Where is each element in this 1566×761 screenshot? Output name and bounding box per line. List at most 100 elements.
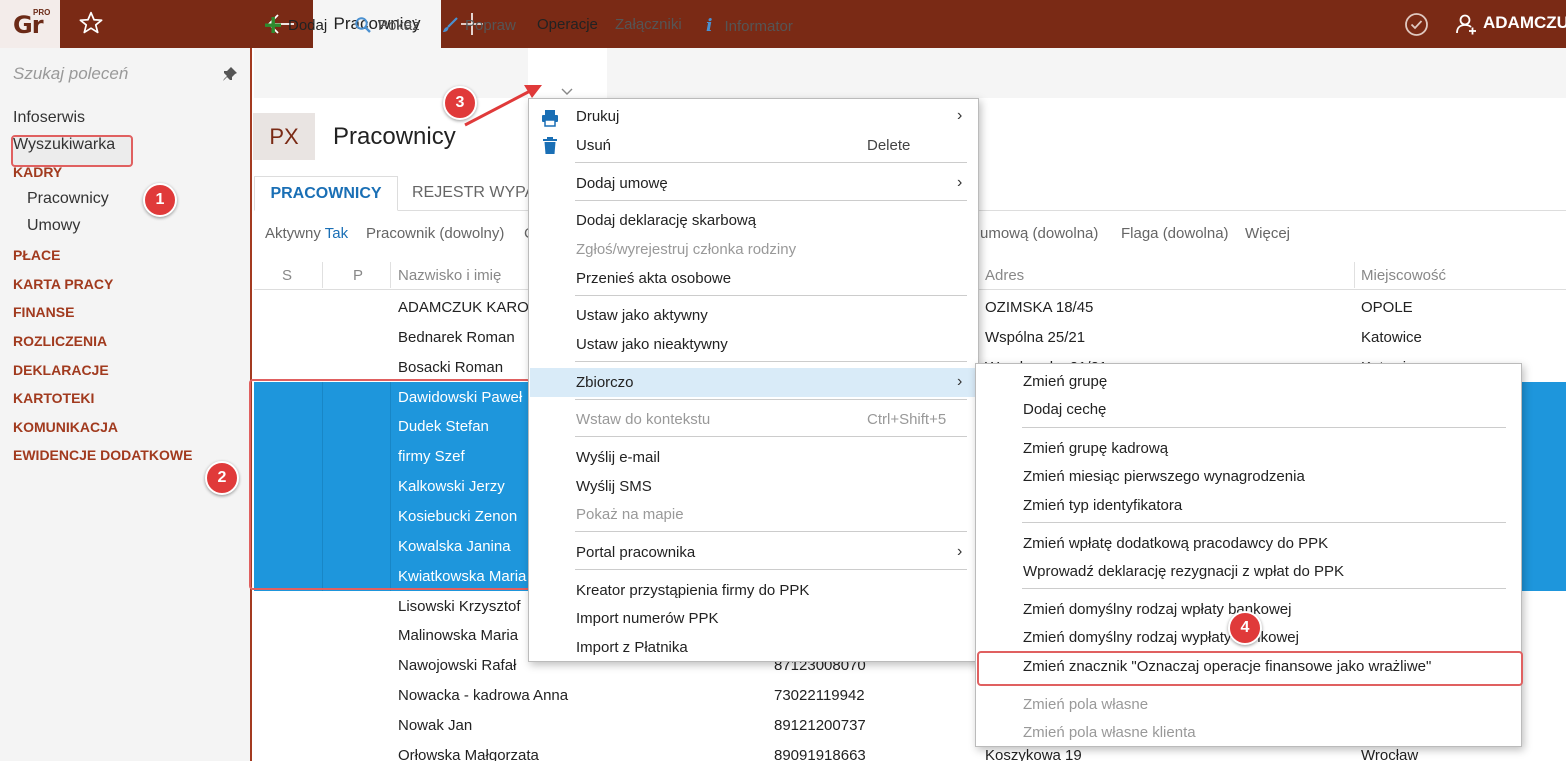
show-button[interactable]: Pokaż: [354, 16, 420, 34]
cell-name: Nawojowski Rafał: [398, 657, 517, 674]
nav-umowy[interactable]: Umowy: [27, 217, 80, 235]
shortcut-insert-context: Ctrl+Shift+5: [867, 411, 947, 428]
menu-item-show-map[interactable]: Pokaż na mapie: [576, 506, 684, 523]
menu-separator: [575, 436, 967, 437]
callout-badge-2: 2: [205, 461, 239, 495]
submenu-item-custom-fields[interactable]: Zmień pola własne: [1023, 696, 1148, 713]
module-badge: PX: [253, 113, 315, 160]
callout-badge-4: 4: [1228, 611, 1262, 645]
cell-id: 89091918663: [774, 747, 866, 761]
menu-item-import-platnik[interactable]: Import z Płatnika: [576, 639, 688, 656]
submenu-item-ppk-employer-payment[interactable]: Zmień wpłatę dodatkową pracodawcy do PPK: [1023, 535, 1328, 552]
menu-item-set-active[interactable]: Ustaw jako aktywny: [576, 307, 708, 324]
submenu-item-ppk-resignation[interactable]: Wprowadź deklarację rezygnacji z wpłat d…: [1023, 563, 1344, 580]
nav-wyszukiwarka[interactable]: Wyszukiwarka: [13, 136, 115, 154]
nav-infoserwis[interactable]: Infoserwis: [13, 109, 85, 127]
shortcut-delete: Delete: [867, 137, 911, 154]
submenu-item-change-hr-group[interactable]: Zmień grupę kadrową: [1023, 440, 1168, 457]
attachments-button[interactable]: Załączniki: [615, 16, 682, 33]
show-label: Pokaż: [378, 16, 420, 34]
cell-city: Wrocław: [1361, 747, 1419, 761]
tab-rejestr[interactable]: REJESTR WYPA: [412, 184, 535, 202]
info-button[interactable]: i Informator: [706, 16, 793, 36]
operations-menu: Drukuj › Usuń Delete Dodaj umowę › Dodaj…: [528, 98, 979, 662]
bulk-submenu: Zmień grupę Dodaj cechę Zmień grupę kadr…: [975, 363, 1522, 747]
submenu-arrow-icon: ›: [957, 373, 963, 390]
info-label: Informator: [724, 17, 793, 35]
printer-icon: [542, 110, 558, 127]
col-separator: [322, 262, 323, 288]
col-header-p[interactable]: P: [353, 267, 363, 284]
nav-section-komunikacja[interactable]: KOMUNIKACJA: [13, 419, 118, 435]
cell-name: Nowacka - kadrowa Anna: [398, 687, 569, 704]
submenu-item-change-id-type[interactable]: Zmień typ identyfikatora: [1023, 497, 1182, 514]
submenu-item-add-feature[interactable]: Dodaj cechę: [1023, 401, 1106, 418]
plus-icon: [265, 17, 281, 33]
menu-separator: [575, 295, 967, 296]
menu-item-set-inactive[interactable]: Ustaw jako nieaktywny: [576, 336, 728, 353]
menu-item-send-sms[interactable]: Wyślij SMS: [576, 478, 652, 495]
col-header-address[interactable]: Adres: [985, 267, 1024, 284]
filter-employee[interactable]: Pracownik (dowolny): [366, 225, 504, 242]
cell-name: Lisowski Krzysztof: [398, 598, 521, 615]
submenu-item-client-custom-fields[interactable]: Zmień pola własne klienta: [1023, 724, 1196, 741]
menu-separator: [575, 531, 967, 532]
user-name[interactable]: ADAMCZU: [1483, 13, 1566, 33]
nav-pracownicy[interactable]: Pracownicy: [27, 190, 109, 208]
nav-section-kartoteki[interactable]: KARTOTEKI: [13, 390, 94, 406]
menu-item-insert-context[interactable]: Wstaw do kontekstu: [576, 411, 710, 428]
menu-separator: [1022, 588, 1506, 589]
nav-section-karta-pracy[interactable]: KARTA PRACY: [13, 276, 113, 292]
user-icon[interactable]: [1455, 13, 1477, 35]
menu-item-add-contract[interactable]: Dodaj umowę: [576, 175, 668, 192]
menu-item-ppk-wizard[interactable]: Kreator przystąpienia firmy do PPK: [576, 582, 809, 599]
menu-item-send-email[interactable]: Wyślij e-mail: [576, 449, 660, 466]
menu-item-print[interactable]: Drukuj: [576, 108, 619, 125]
add-button[interactable]: Dodaj: [264, 16, 327, 34]
col-header-name[interactable]: Nazwisko i imię: [398, 267, 501, 284]
app-logo[interactable]: Gr PRO: [0, 0, 60, 48]
nav-section-rozliczenia[interactable]: ROZLICZENIA: [13, 333, 107, 349]
filter-active-value: Tak: [324, 225, 349, 242]
filter-active[interactable]: Aktywny Tak: [265, 225, 348, 242]
menu-separator: [575, 569, 967, 570]
menu-item-delete[interactable]: Usuń: [576, 137, 611, 154]
menu-item-add-tax-declaration[interactable]: Dodaj deklarację skarbową: [576, 212, 756, 229]
nav-section-ewidencje[interactable]: EWIDENCJE DODATKOWE: [13, 447, 192, 463]
cell-address: OZIMSKA 18/45: [985, 299, 1094, 316]
tab-pracownicy-list[interactable]: PRACOWNICY: [254, 176, 398, 211]
submenu-arrow-icon: ›: [957, 543, 963, 560]
submenu-arrow-icon: ›: [957, 174, 963, 191]
menu-item-family-member[interactable]: Zgłoś/wyrejestruj członka rodziny: [576, 241, 796, 258]
col-header-city[interactable]: Miejscowość: [1361, 267, 1446, 284]
edit-button[interactable]: Popraw: [441, 16, 516, 34]
operations-button[interactable]: Operacje: [537, 16, 598, 33]
filter-more[interactable]: Więcej: [1245, 225, 1290, 242]
menu-item-import-ppk[interactable]: Import numerów PPK: [576, 610, 719, 627]
menu-item-move-files[interactable]: Przenieś akta osobowe: [576, 270, 731, 287]
menu-separator: [575, 399, 967, 400]
check-circle-icon[interactable]: [1404, 12, 1429, 37]
col-separator: [390, 262, 391, 288]
submenu-arrow-icon: ›: [957, 107, 963, 124]
command-search-input[interactable]: Szukaj poleceń: [13, 64, 128, 84]
nav-section-place[interactable]: PŁACE: [13, 247, 60, 263]
col-header-s[interactable]: S: [282, 267, 292, 284]
filter-contract[interactable]: umową (dowolna): [980, 225, 1098, 242]
submenu-item-change-group[interactable]: Zmień grupę: [1023, 373, 1107, 390]
chevron-down-icon: [561, 88, 573, 95]
cell-id: 89121200737: [774, 717, 866, 734]
nav-section-kadry[interactable]: KADRY: [13, 164, 62, 180]
filter-flag[interactable]: Flaga (dowolna): [1121, 225, 1229, 242]
menu-item-employee-portal[interactable]: Portal pracownika: [576, 544, 695, 561]
nav-section-deklaracje[interactable]: DEKLARACJE: [13, 362, 109, 378]
callout-badge-3: 3: [443, 86, 477, 120]
attachments-label: Załączniki: [615, 16, 682, 33]
cell-address: Koszykowa 19: [985, 747, 1082, 761]
menu-item-bulk[interactable]: Zbiorczo: [576, 374, 634, 391]
cell-city: Katowice: [1361, 329, 1422, 346]
nav-section-finanse[interactable]: FINANSE: [13, 304, 74, 320]
submenu-item-change-first-salary-month[interactable]: Zmień miesiąc pierwszego wynagrodzenia: [1023, 468, 1305, 485]
pin-icon[interactable]: [222, 66, 238, 82]
favorite-star-icon[interactable]: [78, 10, 104, 36]
